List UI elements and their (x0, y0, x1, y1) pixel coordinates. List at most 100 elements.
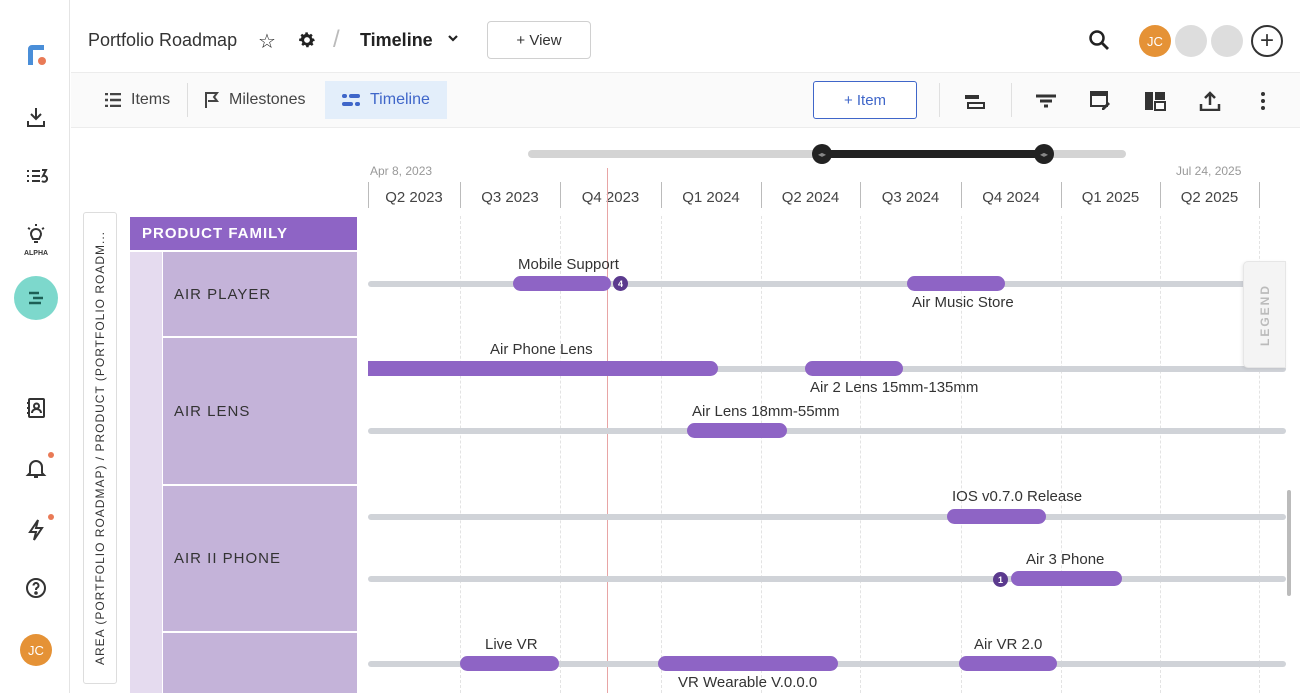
vertical-scrollbar[interactable] (1287, 490, 1291, 596)
top-header: Portfolio Roadmap ☆ / Timeline + View JC… (71, 0, 1300, 73)
grid-line (1160, 216, 1161, 693)
add-user-button[interactable]: + (1251, 25, 1283, 57)
quarter-header: Q3 2023 (481, 188, 539, 206)
roadmap-icon (29, 291, 43, 305)
quarter-header: Q2 2023 (385, 188, 443, 206)
project-title[interactable]: Portfolio Roadmap (88, 30, 237, 51)
tab-milestones[interactable]: Milestones (188, 81, 322, 119)
range-end-handle[interactable]: ◂▸ (1034, 144, 1054, 164)
product-row-air-lens[interactable]: AIR LENS (163, 338, 357, 484)
add-item-button[interactable]: + Item (813, 81, 917, 119)
row-height-icon[interactable] (963, 89, 987, 113)
breadcrumb-separator: / (333, 26, 340, 53)
timeline-bar-vr-wearable[interactable] (658, 656, 838, 671)
timeline-bar-live-vr[interactable] (460, 656, 559, 671)
flag-icon (205, 92, 219, 108)
view-title[interactable]: Timeline (360, 30, 433, 51)
timeline-icon (342, 94, 360, 106)
help-button[interactable] (14, 566, 58, 610)
item-label: Air Lens 18mm-55mm (692, 403, 840, 420)
roadmap-button[interactable] (14, 276, 58, 320)
timeline-bar-air-vr-2[interactable] (959, 656, 1057, 671)
legend-toggle[interactable]: LEGEND (1243, 261, 1286, 368)
range-end-date: Jul 24, 2025 (1176, 164, 1242, 178)
star-icon[interactable]: ☆ (258, 29, 276, 54)
collaborator-avatar[interactable] (1175, 25, 1207, 57)
grouping-label-text: AREA (PORTFOLIO ROADMAP) / PRODUCT (PORT… (93, 230, 107, 666)
product-row[interactable] (163, 633, 357, 693)
timeline-bar-air-3-phone[interactable] (1011, 571, 1122, 586)
quarter-header: Q3 2024 (881, 188, 940, 206)
product-family-header[interactable]: PRODUCT FAMILY (130, 217, 357, 250)
timeline-bar-mobile-support[interactable] (513, 276, 611, 291)
more-icon[interactable] (1251, 89, 1275, 113)
grid-line (1061, 216, 1062, 693)
notification-dot (48, 452, 54, 458)
item-label: Air 2 Lens 15mm-135mm (810, 379, 979, 396)
quarter-header: Q4 2024 (982, 188, 1040, 206)
timeline-bar-ios-release[interactable] (947, 509, 1046, 524)
collaborator-avatar[interactable] (1211, 25, 1243, 57)
item-label: IOS v0.7.0 Release (952, 488, 1083, 505)
lane-track (368, 514, 1286, 520)
chevron-down-icon[interactable] (446, 31, 460, 50)
grid-line (661, 216, 662, 693)
timeline-bar-air-2-lens[interactable] (805, 361, 903, 376)
product-row-air-player[interactable]: AIR PLAYER (163, 252, 357, 336)
item-label: Air Phone Lens (490, 341, 593, 358)
filter-icon[interactable] (1034, 89, 1058, 113)
user-avatar[interactable]: JC (1139, 25, 1171, 57)
item-label: Air 3 Phone (1026, 551, 1105, 568)
quarter-header: Q2 2025 (1180, 188, 1239, 206)
lane-track (368, 281, 1286, 287)
activity-button[interactable] (14, 508, 58, 552)
activity-dot (48, 514, 54, 520)
lightning-icon (28, 519, 44, 541)
import-button[interactable] (14, 95, 58, 139)
layout-icon[interactable] (1143, 89, 1167, 113)
edit-view-icon[interactable] (1089, 89, 1113, 113)
item-label: VR Wearable V.0.0.0 (678, 674, 818, 691)
export-icon[interactable] (1198, 89, 1222, 113)
user-menu[interactable]: JC (14, 628, 58, 672)
quarter-divider (1259, 182, 1260, 208)
item-label: Air Music Store (912, 294, 1014, 311)
view-toolbar: Items Milestones Timeline + Item (71, 73, 1300, 128)
dependency-badge[interactable]: 4 (613, 276, 628, 291)
dependency-badge[interactable]: 1 (993, 572, 1008, 587)
gear-icon[interactable] (297, 30, 317, 55)
user-avatar: JC (20, 634, 52, 666)
product-row-air-ii-phone[interactable]: AIR II PHONE (163, 486, 357, 631)
add-view-button[interactable]: + View (487, 21, 591, 59)
timeline-view: ◂▸ ◂▸ Apr 8, 2023 Jul 24, 2025 Q2 2023 Q… (71, 128, 1300, 693)
range-start-date: Apr 8, 2023 (370, 164, 433, 178)
logo-icon (28, 45, 46, 65)
grid-line (860, 216, 861, 693)
timeline-bar-air-lens-18-55[interactable] (687, 423, 787, 438)
contacts-button[interactable] (14, 386, 58, 430)
quarter-header: Q1 2025 (1081, 188, 1140, 206)
bell-icon (25, 460, 47, 478)
grouping-label[interactable]: AREA (PORTFOLIO ROADMAP) / PRODUCT (PORT… (83, 212, 117, 684)
timeline-bar-air-music-store[interactable] (907, 276, 1005, 291)
tab-label: Items (131, 91, 171, 108)
tab-label: Milestones (229, 91, 306, 108)
tab-timeline[interactable]: Timeline (325, 81, 447, 119)
alpha-label: ALPHA (23, 250, 49, 257)
grid-line (761, 216, 762, 693)
item-label: Live VR (485, 636, 538, 653)
toolbar-divider (1011, 83, 1012, 117)
item-label: Mobile Support (518, 256, 619, 273)
app-logo[interactable] (14, 33, 58, 77)
range-start-handle[interactable]: ◂▸ (812, 144, 832, 164)
ideas-button[interactable]: ALPHA (14, 216, 58, 260)
quarter-header: Q1 2024 (682, 188, 740, 206)
notifications-button[interactable] (14, 446, 58, 490)
timeline-bar-air-phone-lens[interactable] (368, 361, 718, 376)
list-icon (105, 93, 121, 107)
range-slider-selection[interactable] (822, 150, 1044, 158)
item-label: Air VR 2.0 (974, 636, 1043, 653)
tab-items[interactable]: Items (88, 81, 187, 119)
sprint-button[interactable] (14, 154, 58, 198)
search-icon[interactable] (1087, 28, 1111, 57)
